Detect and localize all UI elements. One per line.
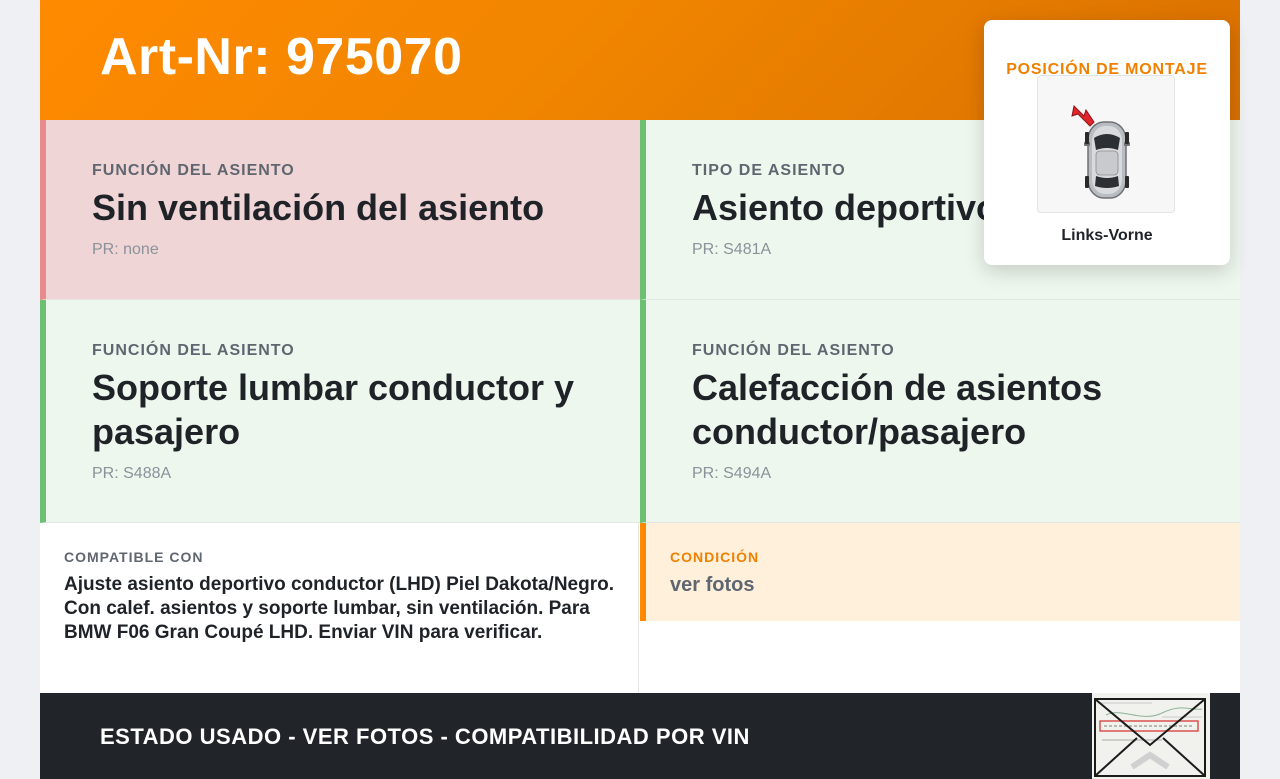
document-envelope-icon xyxy=(1092,693,1210,779)
feature-seat-heating: FUNCIÓN DEL ASIENTO Calefacción de asien… xyxy=(640,300,1240,523)
condition-label: CONDICIÓN xyxy=(670,549,760,565)
article-number-title: Art-Nr: 975070 xyxy=(100,28,463,86)
footer-banner: ESTADO USADO - VER FOTOS - COMPATIBILIDA… xyxy=(40,693,1240,779)
footer-text: ESTADO USADO - VER FOTOS - COMPATIBILIDA… xyxy=(100,724,750,749)
feature-label: TIPO DE ASIENTO xyxy=(692,162,846,179)
feature-lumbar-support: FUNCIÓN DEL ASIENTO Soporte lumbar condu… xyxy=(40,300,640,523)
feature-pr-code: PR: S488A xyxy=(92,465,172,482)
feature-value: Soporte lumbar conductor y pasajero xyxy=(92,367,575,452)
mounting-position-card: POSICIÓN DE MONTAJE Links-Vorne xyxy=(984,20,1230,265)
car-position-image xyxy=(1037,75,1175,213)
feature-pr-code: PR: S481A xyxy=(692,241,772,258)
feature-label: FUNCIÓN DEL ASIENTO xyxy=(692,342,895,359)
feature-label: FUNCIÓN DEL ASIENTO xyxy=(92,162,295,179)
car-top-view-icon xyxy=(1071,104,1130,199)
document-stamp-thumbnail xyxy=(1092,693,1210,779)
mounting-position-value: Links-Vorne xyxy=(1061,227,1153,244)
feature-value: Calefacción de asientos conductor/pasaje… xyxy=(692,367,1103,452)
condition-section: CONDICIÓN ver fotos xyxy=(640,523,1240,621)
feature-seat-ventilation: FUNCIÓN DEL ASIENTO Sin ventilación del … xyxy=(40,120,640,300)
feature-pr-code: PR: none xyxy=(92,241,159,258)
condition-text: ver fotos xyxy=(670,574,755,596)
feature-pr-code: PR: S494A xyxy=(692,465,772,482)
compatibility-section: COMPATIBLE CON Ajuste asiento deportivo … xyxy=(40,523,639,693)
feature-value: Sin ventilación del asiento xyxy=(92,187,545,228)
feature-label: FUNCIÓN DEL ASIENTO xyxy=(92,342,295,359)
compatibility-label: COMPATIBLE CON xyxy=(64,549,204,565)
compatibility-text: Ajuste asiento deportivo conductor (LHD)… xyxy=(64,574,615,643)
